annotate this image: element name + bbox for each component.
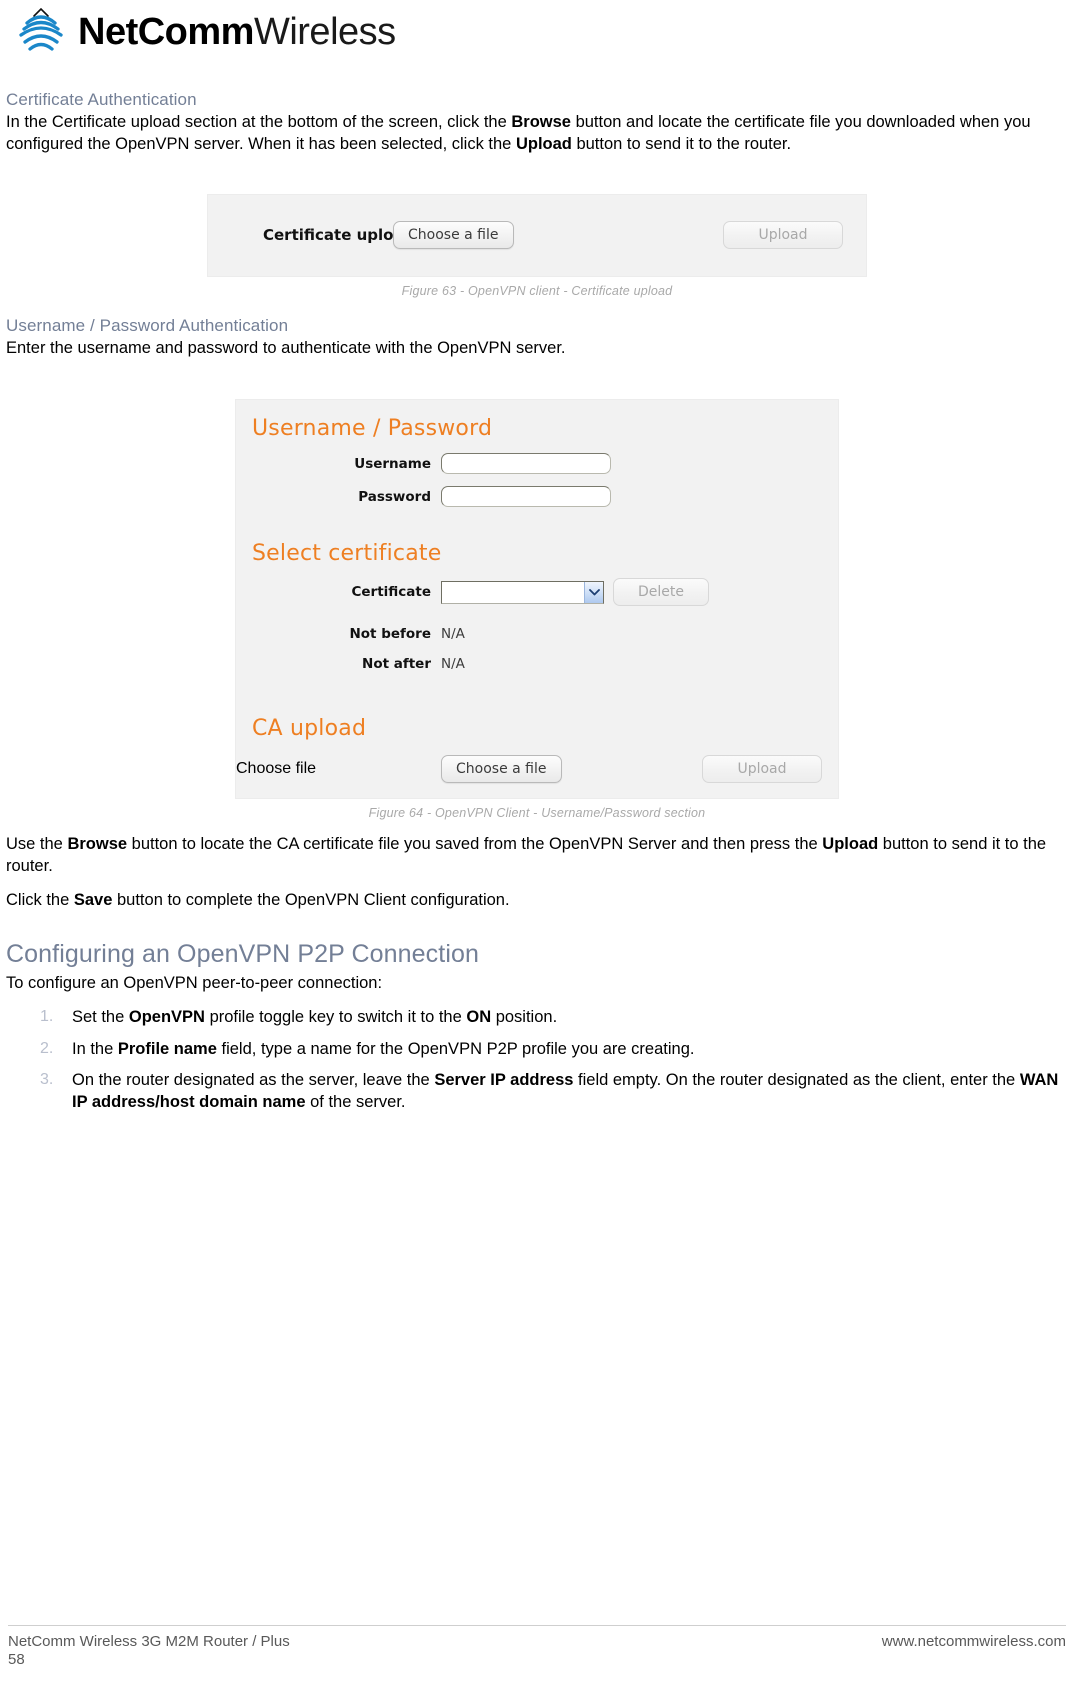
brand-wordmark: NetCommWireless	[78, 13, 396, 51]
p2p-steps-list: Set the OpenVPN profile toggle key to sw…	[6, 1006, 1068, 1113]
not-before-value: N/A	[441, 626, 465, 643]
text-bold: Server IP address	[434, 1070, 574, 1089]
not-after-value: N/A	[441, 656, 465, 673]
text-bold-upload: Upload	[515, 134, 572, 153]
row-username: Username	[236, 453, 838, 475]
text-fragment: button to complete the OpenVPN Client co…	[112, 890, 510, 909]
text-fragment: position.	[491, 1008, 558, 1027]
text-bold-browse: Browse	[67, 835, 128, 854]
figure-64: Username / Password Username Password Se…	[6, 399, 1068, 820]
list-item: In the Profile name field, type a name f…	[40, 1038, 1068, 1060]
footer-website[interactable]: www.netcommwireless.com	[882, 1633, 1066, 1650]
paragraph-ca-browse-upload: Use the Browse button to locate the CA c…	[6, 834, 1068, 878]
heading-configuring-openvpn-p2p: Configuring an OpenVPN P2P Connection	[6, 939, 479, 968]
row-not-after: Not after N/A	[236, 656, 838, 672]
paragraph-certificate-authentication: In the Certificate upload section at the…	[6, 112, 1068, 156]
certificate-label: Certificate	[351, 584, 431, 601]
password-label: Password	[358, 488, 431, 505]
page-content: Certificate Authentication In the Certif…	[0, 90, 1074, 1113]
text-fragment: of the server.	[305, 1093, 406, 1112]
text-bold: Profile name	[117, 1039, 217, 1058]
text-bold-save: Save	[73, 890, 113, 909]
brand-name-bold: NetComm	[78, 11, 254, 53]
footer-row: NetComm Wireless 3G M2M Router / Plus ww…	[8, 1633, 1066, 1650]
list-item: On the router designated as the server, …	[40, 1069, 1068, 1114]
footer-product-name: NetComm Wireless 3G M2M Router / Plus	[8, 1633, 290, 1650]
choose-file-label: Choose file	[236, 760, 317, 778]
panel-heading-username-password: Username / Password	[252, 416, 493, 442]
figure-63: Certificate upload Choose a file Upload …	[6, 193, 1068, 298]
text-fragment: Set the	[72, 1008, 129, 1027]
panel-heading-select-certificate: Select certificate	[252, 541, 442, 567]
text-fragment: In the Certificate upload section at the…	[6, 113, 512, 131]
chevron-down-icon[interactable]	[584, 581, 603, 603]
text-fragment: button to locate the CA certificate file…	[127, 835, 823, 854]
text-fragment: profile toggle key to switch it to the	[204, 1008, 467, 1027]
text-fragment: Click the	[6, 890, 74, 909]
certificate-upload-panel: Certificate upload Choose a file Upload	[207, 193, 867, 277]
text-bold-upload: Upload	[822, 835, 879, 854]
netcomm-wifi-arcs-icon	[14, 7, 68, 56]
text-fragment: field empty. On the router designated as…	[573, 1070, 1020, 1089]
certificate-upload-label: Certificate upload	[263, 226, 415, 245]
ca-upload-button[interactable]: Upload	[702, 755, 822, 784]
username-password-panel: Username / Password Username Password Se…	[235, 399, 839, 800]
text-fragment: button to send it to the router.	[571, 134, 792, 153]
footer-page-number: 58	[8, 1651, 25, 1668]
paragraph-username-password-authentication: Enter the username and password to authe…	[6, 338, 566, 357]
row-not-before: Not before N/A	[236, 626, 838, 642]
password-input[interactable]	[441, 486, 611, 508]
row-password: Password	[236, 486, 838, 508]
text-bold: ON	[466, 1008, 492, 1027]
row-certificate: Certificate Delete	[236, 578, 838, 607]
username-input[interactable]	[441, 453, 611, 475]
panel-heading-ca-upload: CA upload	[252, 716, 367, 742]
certificate-select[interactable]	[441, 580, 604, 604]
brand-name-light: Wireless	[253, 11, 396, 53]
choose-a-file-button[interactable]: Choose a file	[393, 221, 514, 250]
paragraph-p2p-intro: To configure an OpenVPN peer-to-peer con…	[6, 973, 383, 992]
brand-logo: NetCommWireless	[8, 7, 1074, 56]
page-header: NetCommWireless	[0, 0, 1074, 72]
upload-button[interactable]: Upload	[723, 221, 843, 250]
paragraph-click-save: Click the Save button to complete the Op…	[6, 890, 1068, 912]
list-item: Set the OpenVPN profile toggle key to sw…	[40, 1006, 1068, 1028]
text-fragment: In the	[72, 1039, 118, 1058]
text-bold: OpenVPN	[128, 1008, 205, 1027]
heading-username-password-authentication: Username / Password Authentication	[6, 315, 289, 335]
text-fragment: Use the	[6, 835, 68, 854]
page-footer: NetComm Wireless 3G M2M Router / Plus ww…	[0, 1625, 1074, 1668]
username-label: Username	[354, 455, 431, 472]
row-ca-upload: Choose file Choose a file Upload	[236, 755, 838, 784]
footer-divider	[8, 1625, 1066, 1626]
figure-64-caption: Figure 64 - OpenVPN Client - Username/Pa…	[368, 806, 706, 821]
not-before-label: Not before	[349, 626, 431, 643]
heading-certificate-authentication: Certificate Authentication	[6, 90, 197, 109]
text-bold-browse: Browse	[511, 113, 571, 131]
figure-63-caption: Figure 63 - OpenVPN client - Certificate…	[401, 283, 673, 298]
text-fragment: field, type a name for the OpenVPN P2P p…	[216, 1039, 695, 1058]
text-fragment: On the router designated as the server, …	[72, 1070, 435, 1089]
ca-choose-a-file-button[interactable]: Choose a file	[441, 755, 562, 784]
not-after-label: Not after	[362, 656, 431, 673]
delete-certificate-button[interactable]: Delete	[613, 578, 709, 607]
